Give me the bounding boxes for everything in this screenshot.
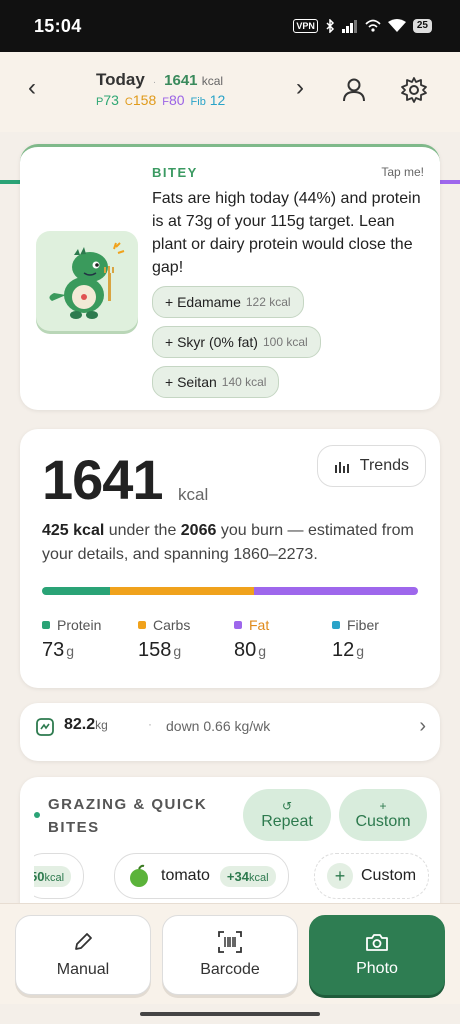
manual-entry-button[interactable]: Manual (15, 915, 151, 995)
pencil-icon (75, 933, 92, 950)
burn-explanation: 425 kcal under the 2066 you burn — estim… (42, 522, 414, 563)
apple-icon (130, 864, 148, 887)
dinosaur-mascot-icon (49, 242, 125, 319)
prev-day-button[interactable]: ‹ (28, 74, 36, 102)
total-kcal: 1641 (42, 448, 164, 511)
weight-value: 82.2kg (64, 716, 108, 733)
quick-bite-item[interactable]: 50kcal (34, 853, 85, 899)
weight-card[interactable]: 82.2kg · down 0.66 kg/wk › (20, 703, 440, 761)
settings-gear-icon[interactable] (400, 76, 428, 104)
total-kcal-unit: kcal (178, 485, 209, 504)
day-macros: P73 C158 F80 Fib 12 (96, 92, 256, 108)
macro-carbs: Carbs 158 g (138, 617, 191, 661)
fat-color-swatch (234, 621, 242, 629)
separator-dot: · (148, 717, 152, 731)
protein-color-swatch (42, 621, 50, 629)
day-label: Today (96, 70, 145, 89)
status-time: 15:04 (34, 15, 82, 36)
bitey-name: BITEY (152, 165, 198, 180)
fat-share-segment (254, 587, 418, 595)
day-summary[interactable]: Today · 1641 kcal P73 C158 F80 Fib 12 (96, 70, 256, 108)
kcal-badge: 50kcal (34, 865, 72, 887)
suggestion-chip-skyr[interactable]: + Skyr (0% fat) 100 kcal (152, 326, 321, 358)
bitey-message: Fats are high today (44%) and protein is… (152, 190, 421, 276)
macro-fat: Fat 80 g (234, 617, 270, 661)
macro-distribution-bar (42, 587, 418, 595)
bitey-card[interactable]: BITEY Tap me! Fats are high today (44%) … (20, 144, 440, 410)
camera-icon (366, 934, 388, 951)
quick-bite-custom[interactable]: + Custom (314, 853, 430, 899)
macro-protein: Protein 73 g (42, 617, 102, 661)
fat-summary: F80 (162, 92, 185, 108)
trends-button[interactable]: Trends (316, 445, 426, 487)
fiber-summary: Fib 12 (190, 92, 226, 108)
suggestion-chip-edamame[interactable]: + Edamame 122 kcal (152, 286, 304, 318)
separator-dot: · (152, 77, 157, 88)
profile-icon[interactable] (340, 76, 368, 104)
calorie-summary-card: 1641 kcal Trends 425 kcal under the 2066… (20, 429, 440, 688)
tap-me-hint: Tap me! (381, 165, 424, 179)
quick-bites-row[interactable]: 50kcal tomato +34kcal + Custom (34, 853, 434, 903)
carbs-color-swatch (138, 621, 146, 629)
day-kcal: 1641 kcal (164, 72, 224, 89)
fiber-color-swatch (332, 621, 340, 629)
carbs-summary: C158 (124, 92, 157, 108)
status-icons: VPN 25 (293, 19, 432, 33)
wifi-icon (387, 19, 406, 32)
weight-trend: down 0.66 kg/wk (166, 718, 271, 734)
scale-icon (36, 718, 54, 736)
carbs-share-segment (109, 587, 255, 595)
grazing-title: GRAZING & QUICK BITES (48, 796, 208, 836)
suggestion-chip-seitan[interactable]: + Seitan 140 kcal (152, 366, 280, 398)
plus-icon: + (327, 863, 353, 889)
protein-summary: P73 (96, 92, 119, 108)
repeat-icon: ↺ (281, 799, 293, 813)
battery-icon: 25 (412, 19, 432, 33)
photo-capture-button[interactable]: Photo (309, 915, 445, 995)
trends-label: Trends (359, 457, 409, 474)
protein-share-segment (42, 587, 110, 595)
custom-button[interactable]: + Custom (339, 789, 427, 841)
repeat-button[interactable]: ↺ Repeat (243, 789, 331, 841)
barcode-scan-button[interactable]: Barcode (162, 915, 298, 995)
bitey-mascot[interactable] (36, 231, 138, 331)
home-indicator (0, 1004, 460, 1024)
bottom-action-bar: Manual Barcode Photo (0, 903, 460, 1004)
call-wifi-icon (365, 19, 381, 32)
status-bar: 15:04 VPN 25 (0, 0, 460, 52)
bar-chart-icon (334, 462, 349, 473)
macro-fiber: Fiber 12 g (332, 617, 379, 661)
status-dot-icon (34, 812, 40, 818)
plus-icon: + (379, 799, 387, 813)
bluetooth-icon (326, 19, 334, 33)
app-header: ‹ Today · 1641 kcal P73 C158 F80 Fib 12 … (0, 52, 460, 184)
quick-bite-tomato[interactable]: tomato +34kcal (114, 853, 289, 899)
kcal-badge: +34kcal (219, 865, 276, 887)
next-day-button[interactable]: › (296, 74, 304, 102)
chevron-right-icon: › (419, 715, 426, 737)
barcode-icon (218, 931, 242, 953)
vpn-icon: VPN (293, 19, 318, 33)
signal-icon (341, 19, 357, 33)
